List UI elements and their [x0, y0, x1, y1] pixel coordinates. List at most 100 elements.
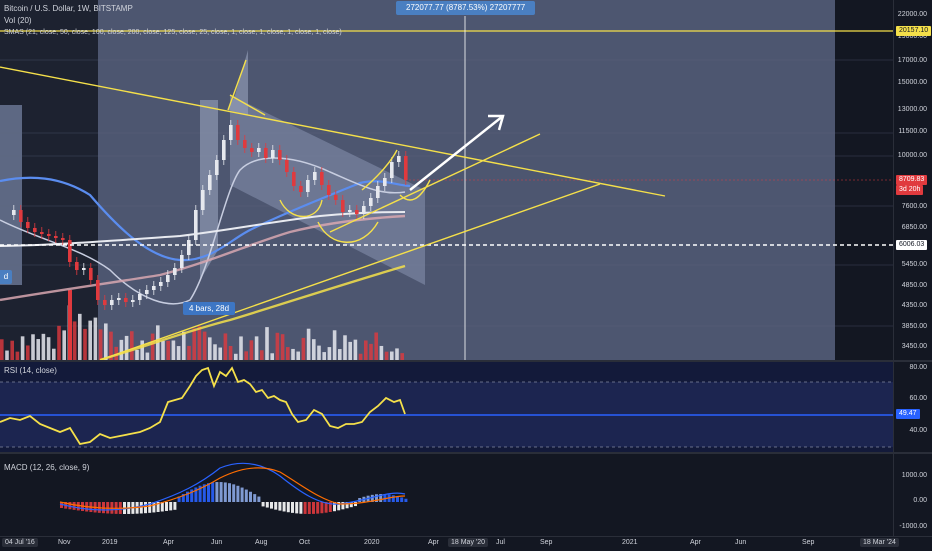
volume-bar	[72, 321, 77, 360]
volume-bar	[124, 335, 129, 360]
time-label: Jun	[735, 539, 747, 546]
macd-bar	[291, 502, 294, 513]
price-tick: 3850.00	[901, 323, 927, 330]
volume-bar	[135, 349, 139, 360]
candle	[180, 255, 184, 268]
macd-bar	[282, 502, 286, 512]
volume-bar	[348, 341, 352, 360]
price-tick: 7600.00	[901, 203, 927, 210]
candle	[82, 268, 86, 270]
time-label: 2020	[364, 539, 380, 546]
volume-bar	[343, 335, 347, 360]
dashed-line-price-label: 6006.03	[896, 240, 928, 250]
candle	[355, 210, 359, 214]
volume-bar	[88, 320, 92, 360]
macd-bar	[249, 491, 252, 502]
candle	[285, 160, 289, 172]
candle	[138, 294, 142, 300]
candle	[320, 172, 324, 185]
time-end-label: 18 Mar '24	[860, 538, 899, 547]
volume-bar	[57, 325, 61, 360]
rsi-tick-80: 80.00	[909, 364, 927, 371]
candle	[334, 195, 338, 200]
volume-bar	[353, 339, 358, 360]
volume-bar	[265, 327, 269, 360]
volume-bar	[104, 323, 108, 360]
macd-bar	[261, 502, 265, 507]
candle	[292, 172, 296, 186]
macd-bar	[144, 502, 147, 514]
macd-bar	[139, 502, 143, 514]
volume-bar	[20, 336, 25, 360]
price-tick: 4350.00	[901, 302, 927, 309]
candle	[187, 240, 191, 255]
candle	[47, 234, 51, 236]
time-label: Sep	[802, 539, 815, 546]
candle	[19, 210, 23, 222]
candle	[243, 140, 247, 148]
volume-bar	[369, 343, 373, 360]
rsi-scale[interactable]: 80.00 60.00 40.00	[893, 362, 932, 452]
volume-bar	[228, 345, 233, 360]
price-chart-pane[interactable]: Bitcoin / U.S. Dollar, 1W, BITSTAMP Vol …	[0, 0, 893, 360]
candle	[383, 178, 387, 186]
volume-bar	[322, 352, 326, 360]
time-axis[interactable]: 04 Jul '16 Nov 2019 Apr Jun Aug Oct 2020…	[0, 536, 932, 551]
macd-bar	[215, 482, 219, 502]
macd-bar	[303, 502, 307, 514]
volume-bar	[244, 351, 248, 360]
candle	[166, 275, 170, 282]
macd-tick-neg1000: -1000.00	[899, 523, 927, 530]
price-chart-canvas[interactable]	[0, 0, 893, 360]
macd-bar	[219, 482, 223, 502]
candle	[313, 172, 317, 180]
price-tick: 22000.00	[897, 11, 927, 18]
candle	[124, 298, 128, 302]
macd-scale[interactable]: 1000.00 0.00 -1000.00	[893, 454, 932, 536]
volume-bar	[161, 340, 165, 360]
macd-canvas	[59, 462, 408, 514]
macd-legend: MACD (12, 26, close, 9)	[4, 463, 90, 472]
candle	[117, 298, 121, 300]
macd-bar	[72, 502, 76, 510]
macd-bar	[295, 502, 299, 514]
volume-bar	[364, 340, 368, 360]
rsi-canvas	[0, 366, 893, 448]
volume-bar	[119, 339, 124, 360]
macd-bar	[173, 502, 177, 510]
bars-range-label: 4 bars, 28d	[183, 302, 236, 315]
candle	[257, 148, 261, 152]
macd-tick-0: 0.00	[913, 497, 927, 504]
volume-bar	[0, 339, 4, 360]
price-tick: 3450.00	[901, 343, 927, 350]
candle	[390, 162, 394, 178]
macd-histogram	[60, 482, 408, 514]
macd-bar	[236, 485, 240, 502]
volume-bar	[254, 336, 259, 360]
macd-bar	[265, 502, 269, 508]
macd-pane[interactable]: MACD (12, 26, close, 9)	[0, 454, 893, 536]
candle	[229, 125, 233, 140]
macd-bar	[278, 502, 282, 511]
candle	[89, 268, 93, 280]
volume-bar	[26, 345, 30, 360]
price-tick: 5450.00	[901, 261, 927, 268]
candle	[201, 190, 205, 210]
volume-bar	[379, 345, 384, 360]
volume-bar	[301, 337, 306, 360]
volume-bar	[36, 339, 40, 360]
macd-bar	[232, 484, 236, 502]
time-label: Apr	[428, 539, 439, 546]
macd-bar	[228, 483, 231, 502]
rsi-tick-40: 40.00	[909, 427, 927, 434]
candle	[145, 290, 149, 294]
macd-bar	[391, 495, 395, 502]
volume-bar	[395, 348, 399, 360]
candle	[194, 210, 198, 240]
volume-bar	[10, 340, 14, 360]
macd-tick-1000: 1000.00	[901, 472, 927, 479]
volume-bar	[171, 340, 176, 360]
rsi-pane[interactable]: RSI (14, close)	[0, 362, 893, 452]
macd-bar	[299, 502, 303, 514]
macd-bar	[316, 502, 320, 514]
